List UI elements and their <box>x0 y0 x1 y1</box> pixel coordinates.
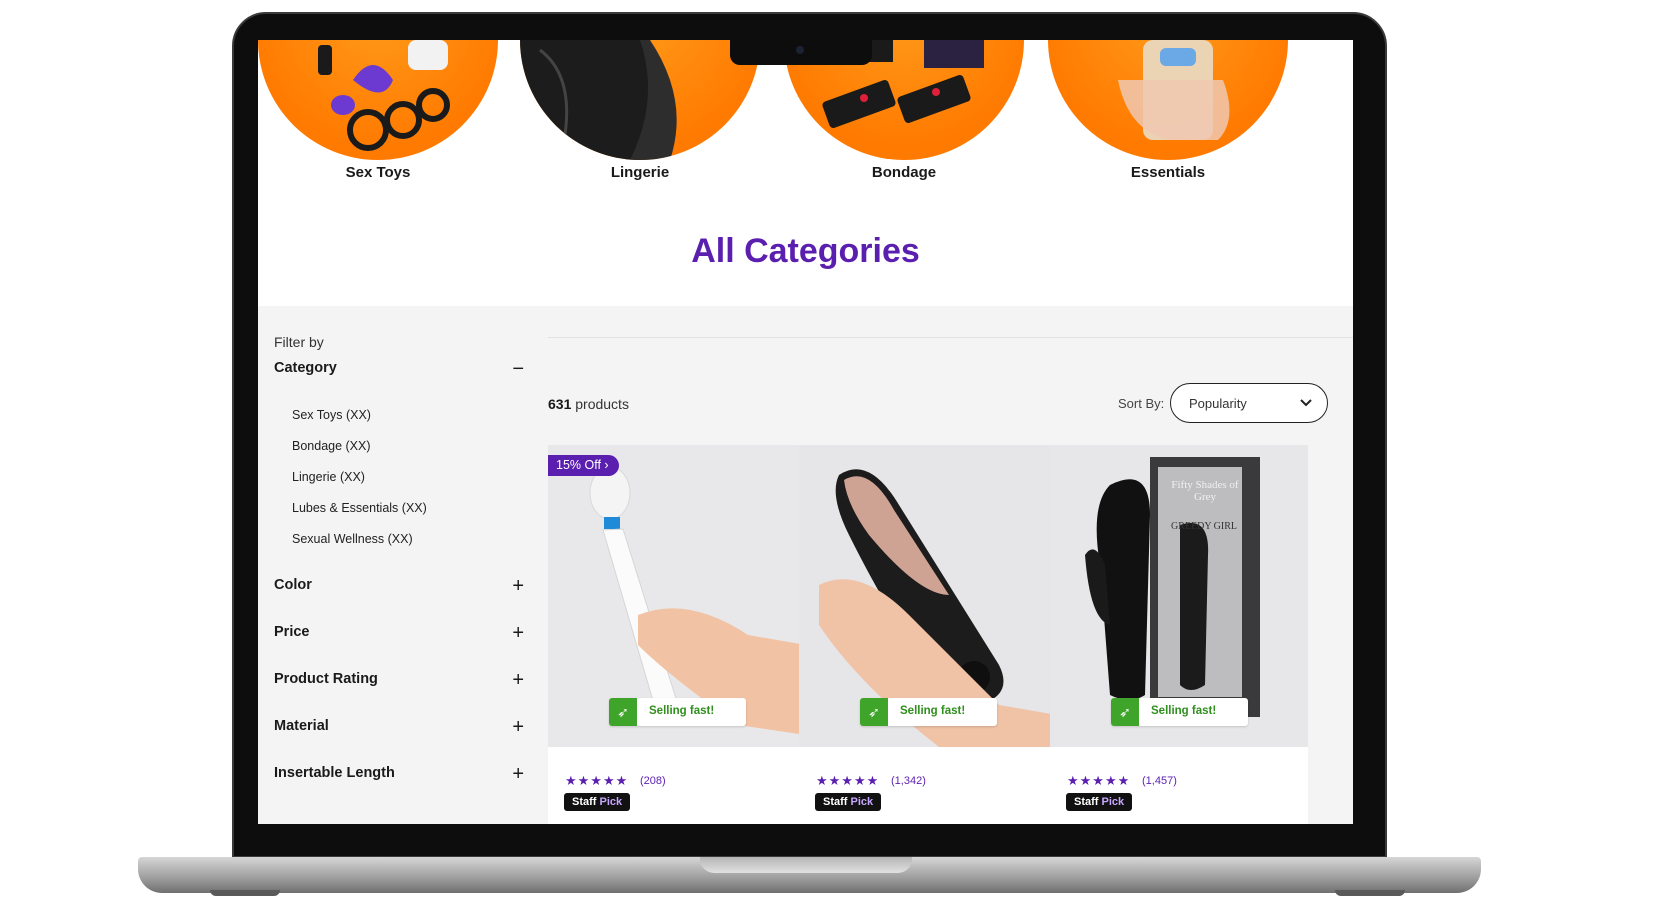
filter-color-header[interactable]: Color + <box>274 575 524 597</box>
product-count-number: 631 <box>548 396 572 412</box>
category-label: Essentials <box>1130 164 1206 181</box>
selling-fast-text: Selling fast! <box>1151 705 1217 717</box>
laptop-foot-right <box>1335 890 1405 896</box>
category-label: Lingerie <box>610 164 670 181</box>
lingerie-photo-icon <box>520 40 760 160</box>
filter-option[interactable]: Sex Toys (XX) <box>292 408 371 422</box>
box-text-brand: Fifty Shades of Grey <box>1171 479 1239 504</box>
sort-dropdown[interactable]: Popularity <box>1170 383 1328 423</box>
category-label: Sex Toys <box>345 164 411 181</box>
expand-icon[interactable]: + <box>512 669 524 692</box>
rocket-icon: ➶ <box>860 698 888 726</box>
category-label: Bondage <box>871 164 937 181</box>
product-image[interactable]: ➶ Selling fast! <box>799 445 1057 747</box>
filter-label: Insertable Length <box>274 765 395 781</box>
filter-material-header[interactable]: Material + <box>274 716 524 738</box>
product-card[interactable]: Fifty Shades of Grey GREEDY GIRL ➶ Selli… <box>1050 445 1308 824</box>
staff-pick-badge: Staff Pick <box>1066 793 1133 811</box>
box-text-product: GREEDY GIRL <box>1170 521 1237 532</box>
page-title: All Categories <box>691 232 920 270</box>
laptop-foot-left <box>210 890 280 896</box>
staff-pick-badge: Staff Pick <box>564 793 631 811</box>
filter-label: Price <box>274 624 310 640</box>
collapse-icon[interactable]: − <box>512 358 524 381</box>
filter-label: Color <box>274 577 312 593</box>
selling-fast-badge: ➶ Selling fast! <box>860 698 997 726</box>
filter-rating-header[interactable]: Product Rating + <box>274 669 524 691</box>
staff-text: Staff <box>572 796 597 808</box>
rocket-icon: ➶ <box>609 698 637 726</box>
staff-text: Staff <box>1074 796 1099 808</box>
chevron-down-icon <box>1299 392 1313 417</box>
rating-stars: ★★★★★ <box>565 773 629 788</box>
filter-label: Product Rating <box>274 671 378 687</box>
filter-by-label: Filter by <box>274 334 324 350</box>
expand-icon[interactable]: + <box>512 575 524 598</box>
filter-label: Material <box>274 718 329 734</box>
expand-icon[interactable]: + <box>512 622 524 645</box>
toys-photo-icon <box>258 40 498 160</box>
review-count[interactable]: (1,342) <box>891 775 926 787</box>
selling-fast-text: Selling fast! <box>900 705 966 717</box>
camera-notch <box>730 40 872 65</box>
filter-option[interactable]: Lingerie (XX) <box>292 470 365 484</box>
staff-pick-badge: Staff Pick <box>815 793 882 811</box>
expand-icon[interactable]: + <box>512 763 524 786</box>
pick-text: Pick <box>599 796 623 808</box>
browser-screen: Sex Toys Lingerie Bondage Essentials All… <box>258 40 1353 824</box>
product-card[interactable]: 15% Off › ➶ Selling fast! ★★★★★ (208) St… <box>548 445 806 824</box>
product-count-suffix: products <box>571 396 629 412</box>
rating-stars: ★★★★★ <box>1067 773 1131 788</box>
rocket-icon: ➶ <box>1111 698 1139 726</box>
product-image[interactable]: 15% Off › ➶ Selling fast! <box>548 445 806 747</box>
divider <box>548 337 1353 338</box>
essentials-photo-icon <box>1048 40 1288 160</box>
pick-text: Pick <box>1101 796 1125 808</box>
rating-stars: ★★★★★ <box>816 773 880 788</box>
review-count[interactable]: (1,457) <box>1142 775 1177 787</box>
pick-text: Pick <box>850 796 874 808</box>
product-count: 631 products <box>548 396 629 412</box>
filter-category-header[interactable]: Category − <box>274 358 524 380</box>
filter-option[interactable]: Sexual Wellness (XX) <box>292 532 413 546</box>
staff-text: Staff <box>823 796 848 808</box>
camera-icon <box>796 46 804 54</box>
product-card[interactable]: ➶ Selling fast! ★★★★★ (1,342) Staff Pick <box>799 445 1057 824</box>
review-count[interactable]: (208) <box>640 775 666 787</box>
product-image[interactable]: Fifty Shades of Grey GREEDY GIRL ➶ Selli… <box>1050 445 1308 747</box>
expand-icon[interactable]: + <box>512 716 524 739</box>
filter-label: Category <box>274 360 337 376</box>
selling-fast-badge: ➶ Selling fast! <box>609 698 746 726</box>
sort-value: Popularity <box>1189 396 1247 411</box>
laptop-hinge-notch <box>700 857 912 873</box>
filter-price-header[interactable]: Price + <box>274 622 524 644</box>
selling-fast-badge: ➶ Selling fast! <box>1111 698 1248 726</box>
sort-label: Sort By: <box>1118 396 1165 411</box>
filter-option[interactable]: Bondage (XX) <box>292 439 371 453</box>
selling-fast-text: Selling fast! <box>649 705 715 717</box>
filter-length-header[interactable]: Insertable Length + <box>274 763 524 785</box>
discount-badge[interactable]: 15% Off › <box>548 455 619 476</box>
filter-option[interactable]: Lubes & Essentials (XX) <box>292 501 427 515</box>
